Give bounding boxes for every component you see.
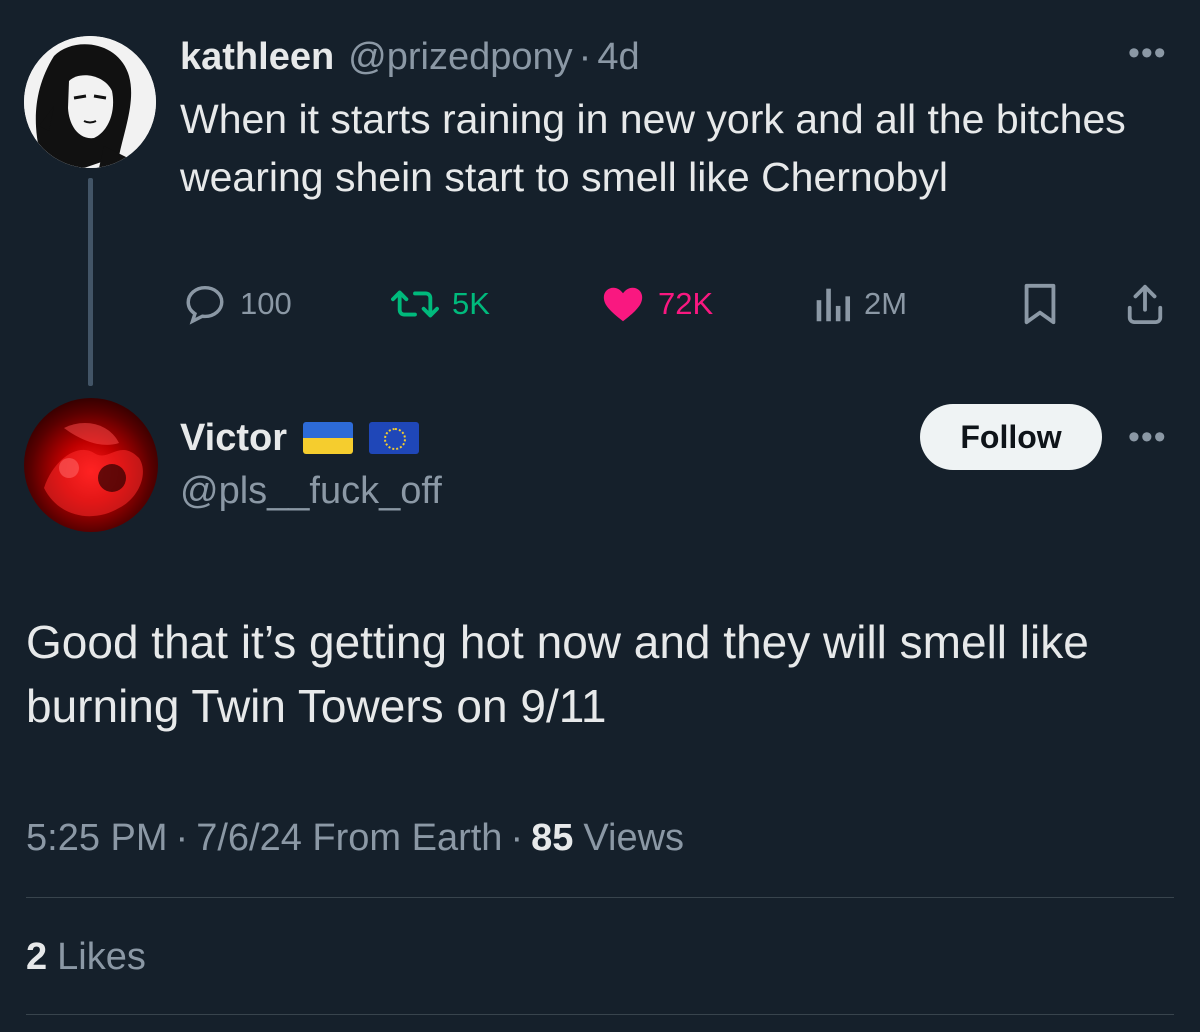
views-count: 2M — [864, 286, 908, 321]
views-button[interactable]: 2M — [812, 276, 907, 332]
avatar-illustration — [24, 36, 156, 168]
timestamp-separator: · — [175, 816, 189, 859]
parent-handle[interactable]: @prizedpony — [348, 36, 572, 79]
retweet-button[interactable]: 5K — [390, 276, 490, 332]
ukraine-flag-icon — [303, 422, 354, 454]
heart-filled-icon — [603, 287, 643, 322]
like-button[interactable]: 72K — [600, 276, 713, 332]
share-button[interactable] — [1124, 276, 1166, 332]
divider — [26, 897, 1174, 898]
reply-count: 100 — [240, 286, 292, 321]
views-count: 85 — [531, 816, 574, 859]
more-horizontal-icon[interactable]: ••• — [1128, 420, 1167, 454]
parent-tweet-actions: 100 5K 72K 2M — [180, 276, 1170, 332]
divider — [26, 1014, 1174, 1015]
parent-separator: · — [578, 35, 592, 78]
reply-button[interactable]: 100 — [182, 276, 292, 332]
likes-label: Likes — [57, 935, 146, 978]
eu-flag-icon — [369, 422, 420, 454]
more-horizontal-icon[interactable]: ••• — [1128, 36, 1167, 70]
parent-display-name[interactable]: kathleen — [180, 36, 334, 79]
like-count: 72K — [658, 286, 714, 321]
likes-count: 2 — [26, 935, 48, 978]
thread-connector-line — [88, 178, 93, 386]
follow-button[interactable]: Follow — [920, 404, 1102, 470]
retweet-count: 5K — [452, 286, 490, 321]
reply-handle[interactable]: @pls__fuck_off — [180, 470, 442, 513]
share-icon — [1127, 284, 1163, 325]
reply-icon — [186, 285, 224, 325]
bookmark-icon — [1024, 283, 1056, 325]
analytics-icon — [816, 288, 851, 322]
retweet-icon — [391, 290, 439, 318]
tweet-date[interactable]: 7/6/24 From Earth — [196, 817, 502, 860]
parent-age[interactable]: 4d — [597, 36, 639, 79]
reply-display-name[interactable]: Victor — [180, 417, 287, 460]
reply-author-row: Victor — [180, 410, 420, 466]
reply-tweet-text: Good that it’s getting hot now and they … — [26, 616, 1089, 732]
bookmark-button[interactable] — [1020, 276, 1060, 332]
avatar-kathleen[interactable] — [24, 36, 156, 168]
parent-tweet-header: kathleen @prizedpony · 4d — [180, 34, 640, 80]
views-separator: · — [510, 816, 524, 859]
tweet-time[interactable]: 5:25 PM — [26, 817, 168, 860]
avatar-red-photo — [44, 423, 143, 517]
tweet-timestamp-row: 5:25 PM · 7/6/24 From Earth · 85 Views — [26, 812, 684, 864]
avatar-victor[interactable] — [24, 398, 158, 532]
parent-tweet-text: When it starts raining in new york and a… — [180, 96, 1126, 200]
views-label: Views — [583, 816, 685, 859]
likes-summary[interactable]: 2 Likes — [26, 932, 146, 982]
